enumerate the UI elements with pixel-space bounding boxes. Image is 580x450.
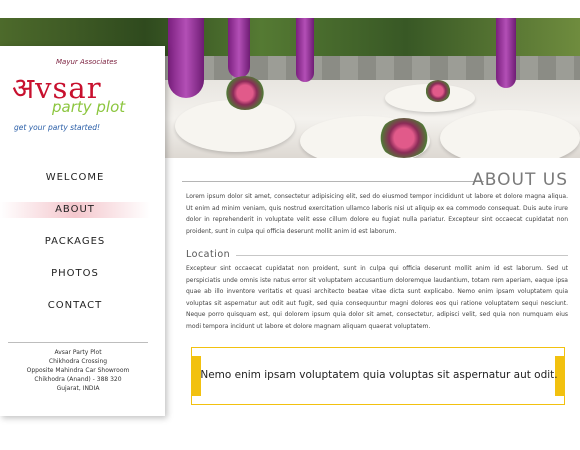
title-divider	[182, 181, 484, 182]
purple-drape	[296, 18, 314, 82]
logo-tagline: get your party started!	[14, 123, 101, 132]
address-line: Opposite Mahindra Car Showroom	[26, 367, 130, 374]
page-title: ABOUT US	[472, 170, 568, 190]
quote-box: Nemo enim ipsam voluptatem quia voluptas…	[191, 347, 565, 405]
sidebar: Mayur Associates अvsar party plot get yo…	[0, 46, 165, 416]
purple-drape	[496, 18, 516, 88]
quote-text: Nemo enim ipsam voluptatem quia voluptas…	[200, 369, 558, 381]
nav-item-packages[interactable]: PACKAGES	[0, 234, 150, 250]
intro-paragraph: Lorem ipsum dolor sit amet, consectetur …	[186, 193, 568, 235]
logo[interactable]: Mayur Associates अvsar party plot get yo…	[0, 46, 165, 142]
flower-centerpiece	[378, 118, 430, 158]
nav-item-about[interactable]: ABOUT	[0, 202, 150, 218]
address-line: Gujarat, INDIA	[56, 385, 100, 392]
address-line: Chikhodra Crossing	[48, 358, 108, 365]
purple-drape	[228, 18, 250, 78]
logo-associates: Mayur Associates	[56, 58, 118, 66]
address-line: Avsar Party Plot	[54, 349, 102, 356]
location-paragraph: Excepteur sint occaecat cupidatat non pr…	[186, 265, 568, 330]
nav-item-welcome[interactable]: WELCOME	[0, 170, 150, 186]
flower-centerpiece	[425, 80, 451, 102]
address-line: Chikhodra (Anand) - 388 320	[34, 376, 122, 383]
purple-drape	[168, 18, 204, 98]
address-block: Avsar Party Plot Chikhodra Crossing Oppo…	[8, 342, 148, 393]
location-heading: Location	[186, 249, 231, 260]
location-divider	[236, 255, 568, 256]
nav-item-contact[interactable]: CONTACT	[0, 298, 150, 314]
flower-centerpiece	[225, 76, 265, 110]
logo-brand-subtitle: party plot	[52, 98, 126, 116]
banquet-table	[440, 110, 580, 158]
nav-item-photos[interactable]: PHOTOS	[0, 266, 150, 282]
